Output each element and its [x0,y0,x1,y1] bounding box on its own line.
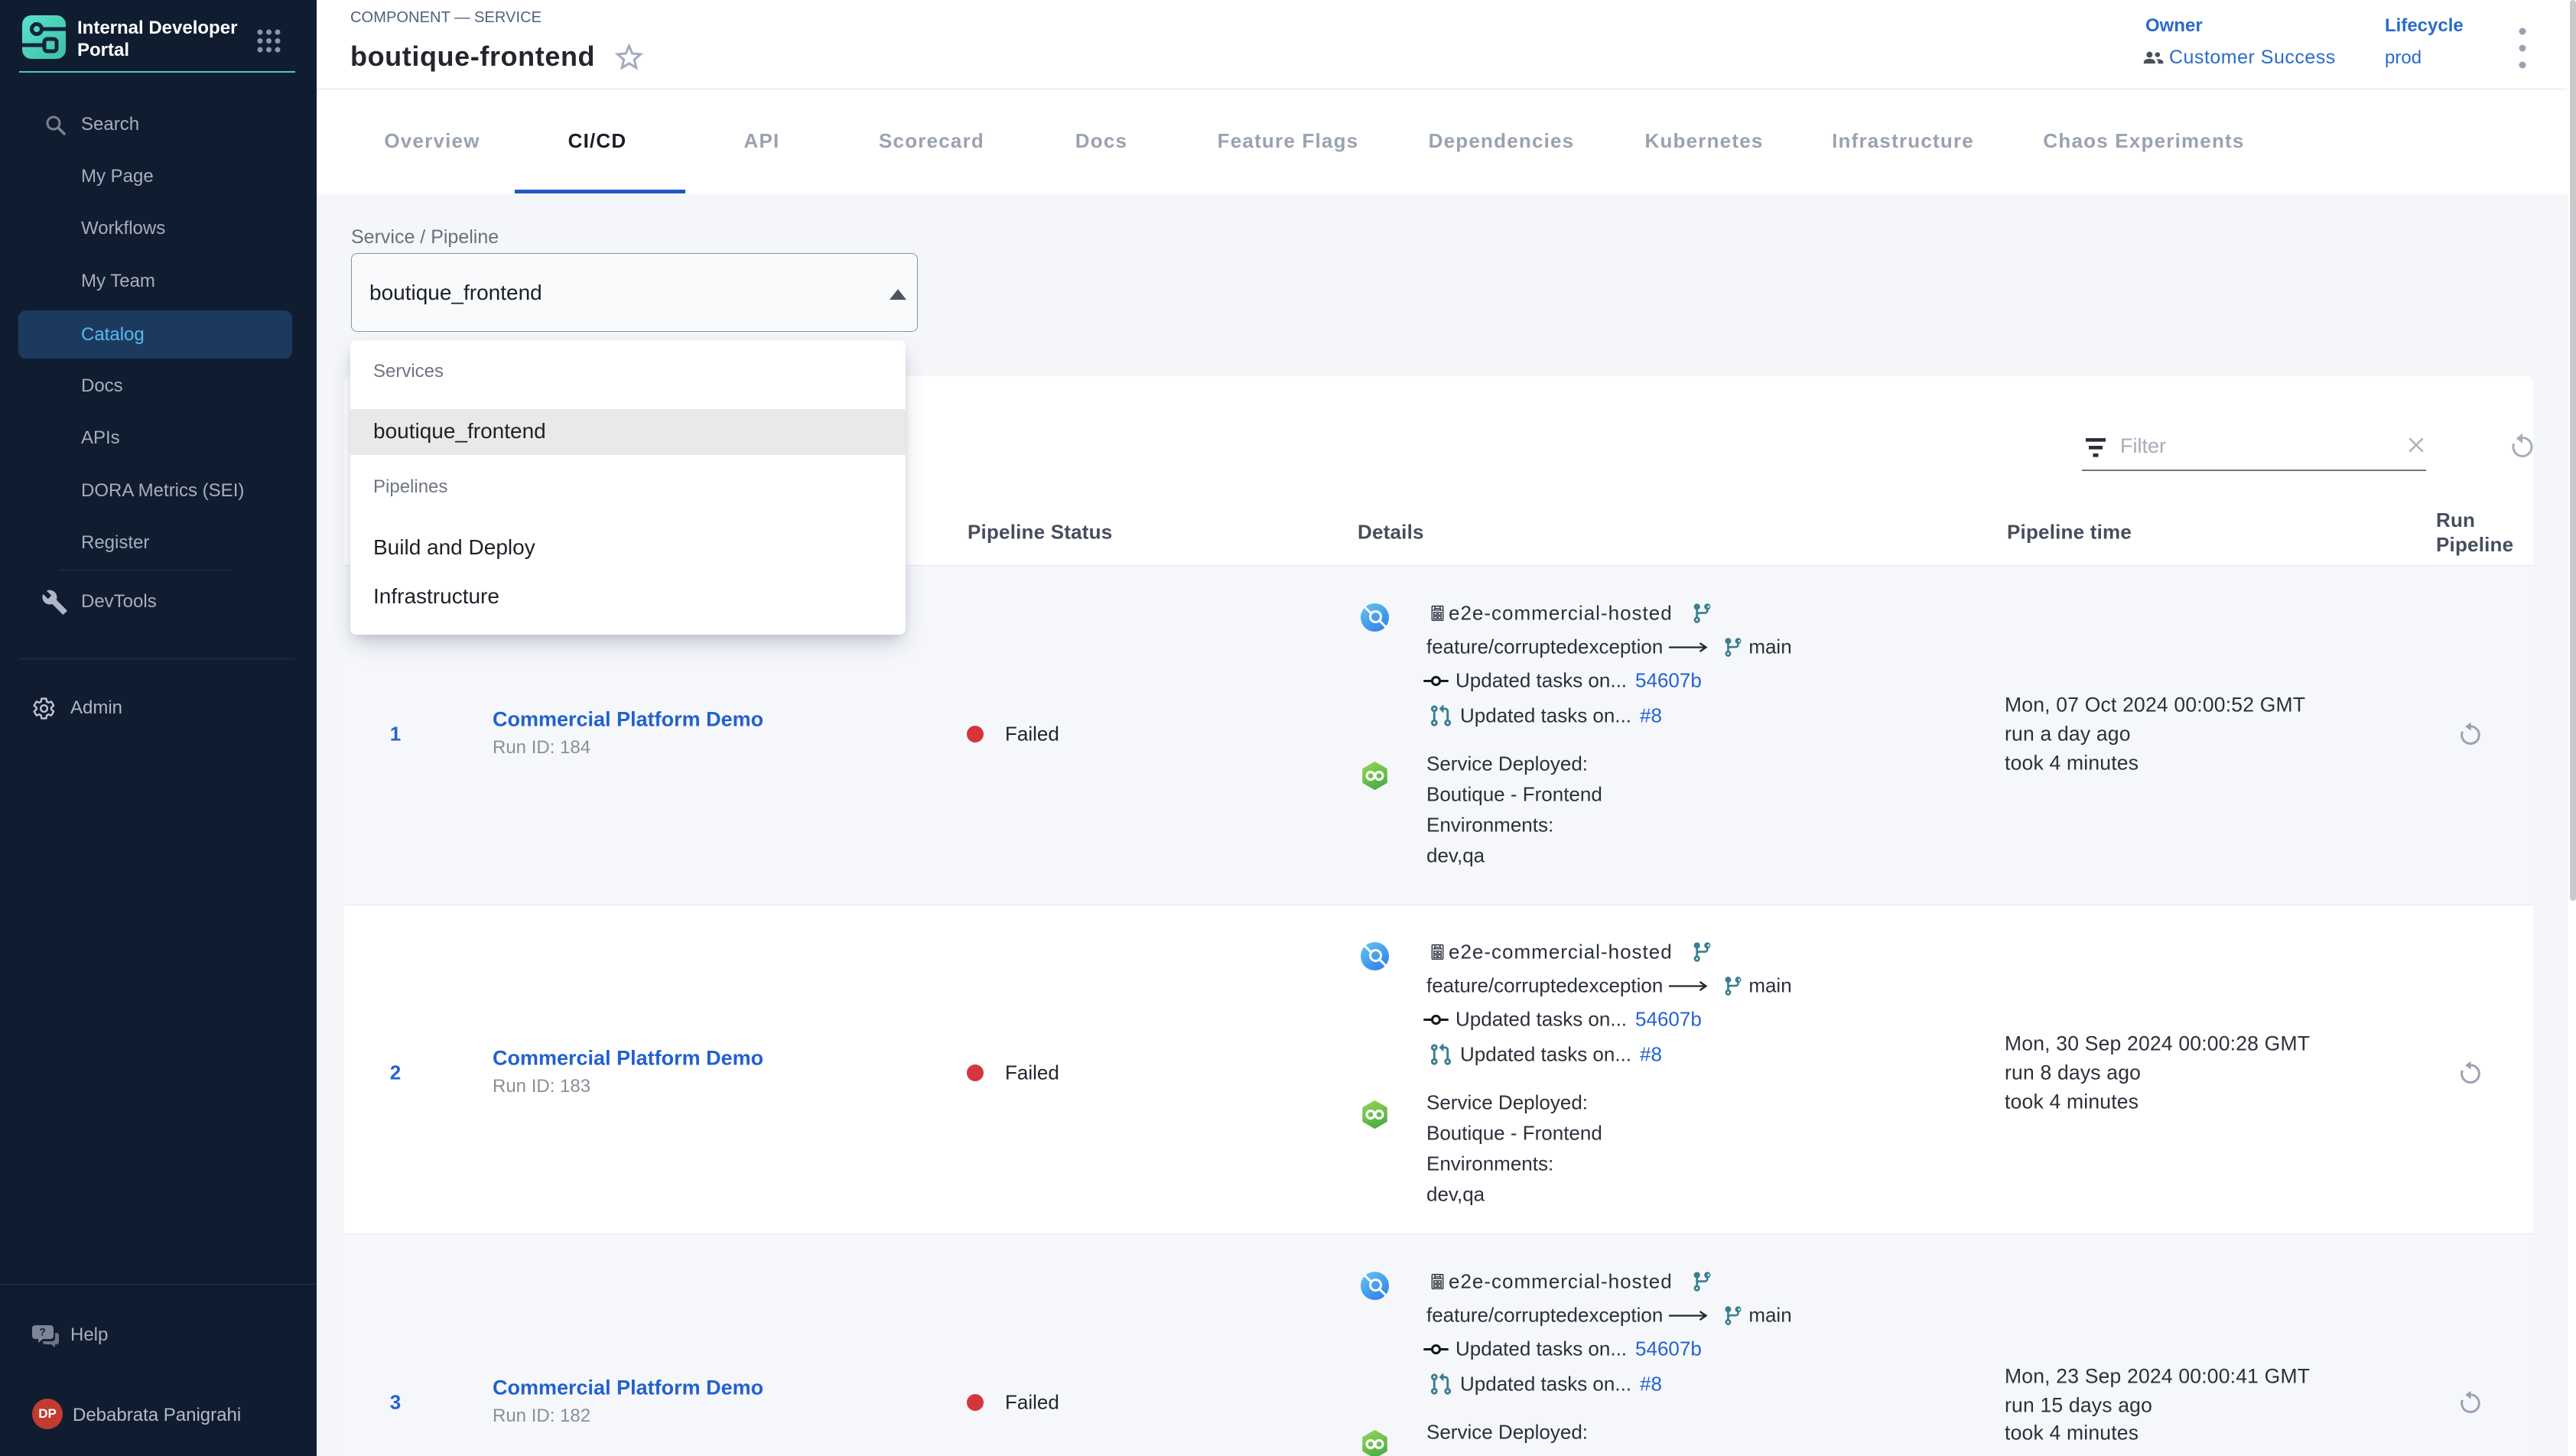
svg-text:?: ? [39,1326,46,1338]
